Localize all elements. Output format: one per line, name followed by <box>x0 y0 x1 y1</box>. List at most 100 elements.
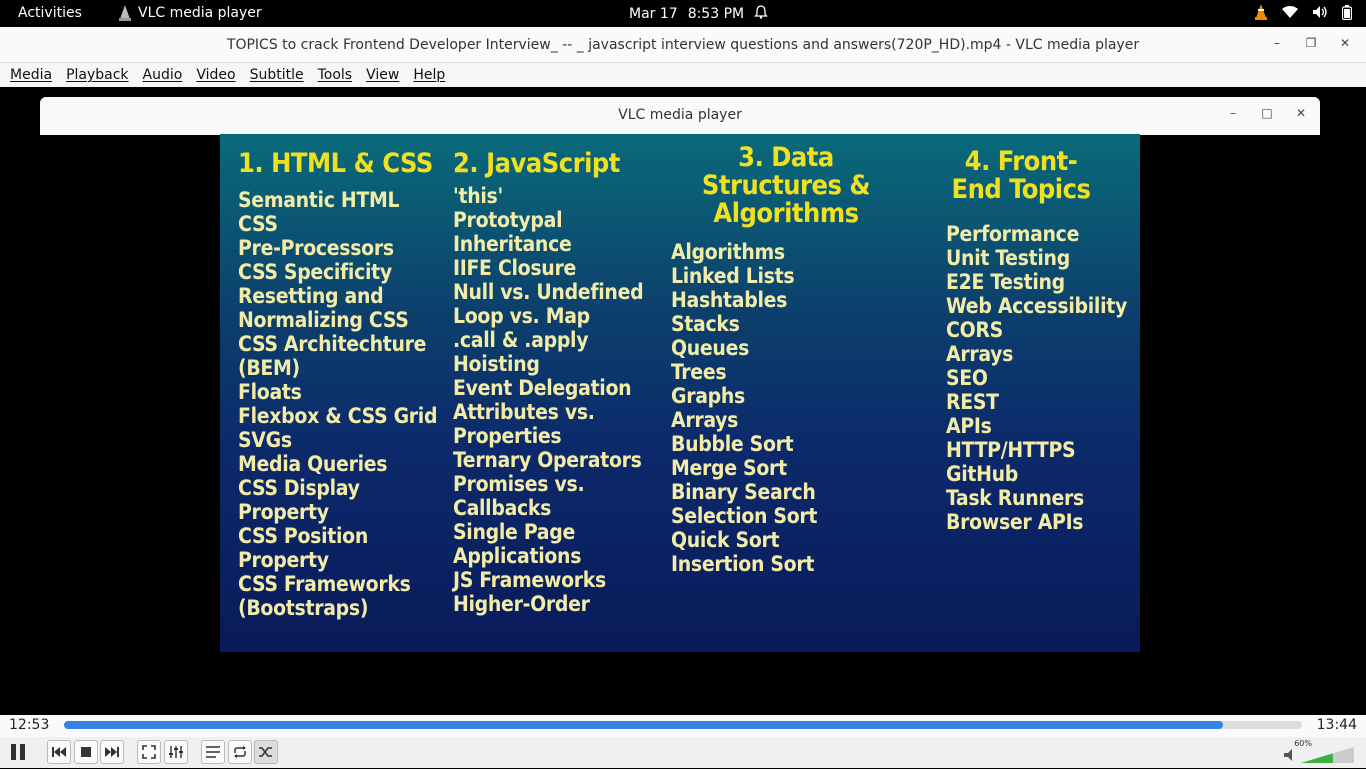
topic-item: CORS <box>946 318 1003 342</box>
topic-item: Semantic HTML <box>238 188 400 212</box>
slide-column-front-end: 4. Front-End Topics Performance Unit Test… <box>946 144 1127 535</box>
topic-item: CSS Display <box>238 476 360 500</box>
speaker-icon <box>1312 5 1328 23</box>
skip-back-icon <box>52 747 66 757</box>
loop-button[interactable] <box>228 740 252 764</box>
menu-media[interactable]: Media <box>10 67 52 83</box>
clock[interactable]: Mar 17 8:53 PM <box>629 5 768 23</box>
slide-column-javascript: 2. JavaScript 'this' Prototypal Inheritanc… <box>453 144 644 617</box>
topic-item: Selection Sort <box>671 504 818 528</box>
topic-item: Property <box>238 500 329 524</box>
seek-area: 12:53 13:44 <box>0 715 1366 737</box>
topic-item: Null vs. Undefined <box>453 280 644 304</box>
topic-item: Bubble Sort <box>671 432 794 456</box>
pause-button[interactable] <box>6 740 30 764</box>
topic-item: Inheritance <box>453 232 572 256</box>
window-titlebar[interactable]: TOPICS to crack Frontend Developer Inter… <box>0 27 1366 63</box>
topic-item: CSS Specificity <box>238 260 392 284</box>
minimize-icon[interactable]: – <box>1216 106 1250 120</box>
topic-item: Performance <box>946 222 1080 246</box>
topic-item: Applications <box>453 544 582 568</box>
menu-video[interactable]: Video <box>196 67 235 83</box>
total-time: 13:44 <box>1316 717 1357 733</box>
vlc-popup-window[interactable]: VLC media player – □ ✕ <box>40 97 1320 135</box>
topic-item: Trees <box>671 360 727 384</box>
previous-button[interactable] <box>47 740 71 764</box>
menu-help[interactable]: Help <box>413 67 445 83</box>
topic-item: Web Accessibility <box>946 294 1127 318</box>
window-title: TOPICS to crack Frontend Developer Inter… <box>226 37 1140 53</box>
volume-percent: 60% <box>1294 739 1312 748</box>
volume-control[interactable]: 60% <box>1284 739 1354 765</box>
topic-item: Prototypal <box>453 208 563 232</box>
topic-item: Unit Testing <box>946 246 1070 270</box>
activities-button[interactable]: Activities <box>18 5 82 21</box>
next-button[interactable] <box>100 740 124 764</box>
battery-icon <box>1341 4 1353 24</box>
video-frame[interactable]: 1. HTML & CSS Semantic HTML CSS Pre-Proces… <box>220 134 1140 652</box>
window-controls: – ❐ ✕ <box>1260 36 1362 50</box>
system-tray[interactable] <box>1254 4 1353 24</box>
topic-item: Linked Lists <box>671 264 795 288</box>
topic-item: Attributes vs. <box>453 400 595 424</box>
maximize-icon[interactable]: □ <box>1250 106 1284 120</box>
date: Mar 17 <box>629 6 678 22</box>
topic-item: IIFE Closure <box>453 256 576 280</box>
column-heading: 2. JavaScript <box>453 148 620 179</box>
app-menu[interactable]: VLC media player <box>118 5 262 21</box>
menu-subtitle[interactable]: Subtitle <box>250 67 304 83</box>
topic-item: REST <box>946 390 999 414</box>
menu-audio[interactable]: Audio <box>143 67 183 83</box>
topic-item: 'this' <box>453 184 503 208</box>
topic-item: CSS Position <box>238 524 368 548</box>
seek-bar[interactable] <box>64 721 1302 729</box>
slide-column-html-css: 1. HTML & CSS Semantic HTML CSS Pre-Proces… <box>238 144 438 621</box>
menu-playback[interactable]: Playback <box>66 67 128 83</box>
vlc-cone-icon <box>118 5 132 21</box>
topic-item: (BEM) <box>238 356 300 380</box>
playlist-icon <box>206 746 220 758</box>
topic-list: Semantic HTML CSS Pre-Processors CSS Specif… <box>238 188 438 620</box>
popup-window-controls: – □ ✕ <box>1216 106 1318 120</box>
topic-item: Arrays <box>671 408 739 432</box>
stop-icon <box>81 747 91 757</box>
popup-title: VLC media player <box>618 107 742 123</box>
topic-item: CSS Frameworks <box>238 572 411 596</box>
minimize-icon[interactable]: – <box>1260 36 1294 50</box>
shuffle-button[interactable] <box>254 740 278 764</box>
topic-list: Algorithms Linked Lists Hashtables Stacks Qu… <box>671 240 901 576</box>
restore-icon[interactable]: ❐ <box>1294 36 1328 50</box>
vlc-tray-icon[interactable] <box>1254 4 1268 24</box>
fullscreen-button[interactable] <box>137 740 161 764</box>
topic-item: Higher-Order <box>453 592 590 616</box>
volume-fill <box>1301 753 1333 763</box>
topic-item: Loop vs. Map <box>453 304 590 328</box>
playlist-button[interactable] <box>201 740 225 764</box>
close-icon[interactable]: ✕ <box>1284 106 1318 120</box>
topic-item: HTTP/HTTPS <box>946 438 1076 462</box>
speaker-icon <box>1284 749 1292 761</box>
topic-item: (Bootstraps) <box>238 596 369 620</box>
slide-column-data-structures: 3. Data Structures & Algorithms Algorith… <box>671 144 901 577</box>
menu-tools[interactable]: Tools <box>318 67 353 83</box>
topic-item: Resetting and <box>238 284 384 308</box>
topic-item: Hoisting <box>453 352 540 376</box>
pause-icon <box>11 744 25 760</box>
topic-item: Insertion Sort <box>671 552 815 576</box>
topic-item: CSS <box>238 212 278 236</box>
close-icon[interactable]: ✕ <box>1328 36 1362 50</box>
column-heading: 1. HTML & CSS <box>238 148 433 179</box>
extended-settings-button[interactable] <box>164 740 188 764</box>
stop-button[interactable] <box>74 740 98 764</box>
topic-item: Task Runners <box>946 486 1085 510</box>
topic-item: SVGs <box>238 428 292 452</box>
topic-item: Ternary Operators <box>453 448 642 472</box>
topic-item: CSS Architechture <box>238 332 427 356</box>
seek-bar-fill <box>64 721 1223 729</box>
topic-item: Merge Sort <box>671 456 787 480</box>
menu-view[interactable]: View <box>366 67 399 83</box>
wifi-icon <box>1282 5 1298 23</box>
topic-item: Event Delegation <box>453 376 632 400</box>
fullscreen-icon <box>142 745 156 759</box>
topic-item: Pre-Processors <box>238 236 394 260</box>
